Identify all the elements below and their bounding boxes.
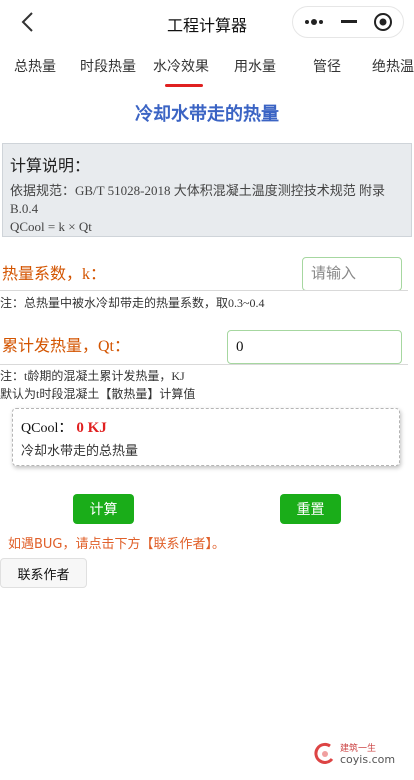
minimize-icon[interactable] (331, 7, 367, 37)
watermark-bottom-text: coyis.com (340, 753, 396, 766)
tab-water-usage[interactable]: 用水量 (234, 56, 276, 76)
divider (0, 290, 408, 291)
qt-input[interactable] (227, 330, 402, 364)
k-input[interactable] (302, 257, 402, 291)
result-value: 0 KJ (76, 420, 107, 436)
tab-water-cooling[interactable]: 水冷效果 (153, 56, 209, 76)
tab-pipe-diameter[interactable]: 管径 (313, 56, 341, 76)
reset-button[interactable]: 重置 (280, 494, 341, 524)
explanation-basis: 依据规范：GB/T 51028-2018 大体积混凝土温度测控技术规范 附录B.… (10, 183, 385, 216)
active-tab-indicator (165, 84, 203, 87)
tab-adiabatic-temp[interactable]: 绝热温 (372, 56, 414, 76)
field-note-qt-default: 默认为t时段混凝土【散热量】计算值 (0, 387, 196, 401)
result-line: QCool： 0 KJ (21, 417, 391, 437)
contact-author-button[interactable]: 联系作者 (0, 558, 87, 588)
section-title: 冷却水带走的热量 (135, 104, 279, 125)
field-label-qt: 累计发热量，Qt： (2, 338, 131, 355)
tab-bar: 总热量 时段热量 水冷效果 用水量 管径 绝热温 (0, 48, 414, 90)
bug-tip: 如遇BUG，请点击下方【联系作者】。 (8, 537, 226, 552)
field-note-qt: 注：t龄期的混凝土累计发热量，KJ (0, 369, 185, 383)
calculate-button[interactable]: 计算 (73, 494, 134, 524)
watermark-logo-icon (314, 742, 334, 764)
explanation-title: 计算说明： (10, 156, 91, 175)
watermark: 建筑一生 coyis.com (314, 740, 410, 770)
explanation-formula: QCool = k × Qt (10, 219, 92, 234)
field-label-k: 热量系数，k： (2, 266, 107, 283)
result-description: 冷却水带走的总热量 (21, 444, 139, 459)
explanation-box: 计算说明： 依据规范：GB/T 51028-2018 大体积混凝土温度测控技术规… (2, 143, 412, 237)
tab-period-heat[interactable]: 时段热量 (80, 56, 136, 76)
tab-total-heat[interactable]: 总热量 (14, 56, 56, 76)
field-note-k: 注：总热量中被水冷却带走的热量系数，取0.3~0.4 (0, 296, 265, 310)
close-circle-icon[interactable] (365, 7, 401, 37)
divider (0, 364, 408, 365)
mini-program-capsule (292, 6, 404, 38)
result-card: QCool： 0 KJ 冷却水带走的总热量 (12, 408, 400, 466)
more-icon[interactable] (297, 7, 333, 37)
result-name: QCool： (21, 421, 73, 436)
title-bar: 工程计算器 (0, 0, 414, 44)
